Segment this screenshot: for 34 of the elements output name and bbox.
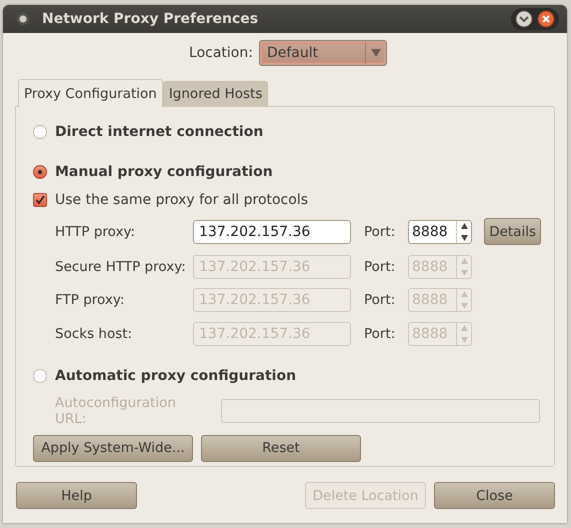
button[interactable]: Help <box>16 482 137 509</box>
location-label: Location: <box>189 45 253 61</box>
port-label: Port: <box>363 258 396 274</box>
field-label: Autoconfiguration URL: <box>55 394 177 426</box>
port-label: Port: <box>363 292 396 308</box>
dropdown-arrow-icon[interactable] <box>370 49 381 57</box>
port-label: Port: <box>363 224 396 240</box>
field-label: Socks host: <box>55 326 134 342</box>
field-label: HTTP proxy: <box>55 224 136 240</box>
location-dropdown[interactable]: Default <box>258 40 387 66</box>
radio-label[interactable]: Direct internet connection <box>55 124 264 140</box>
port-label: Port: <box>363 326 396 342</box>
checkbox-label[interactable]: Use the same proxy for all protocols <box>55 192 308 208</box>
tab[interactable]: Ignored Hosts <box>162 81 268 106</box>
tab[interactable]: Proxy Configuration <box>18 79 163 107</box>
port-spin-field[interactable]: 8888 <box>408 220 472 244</box>
close-icon[interactable] <box>536 9 556 29</box>
button[interactable]: Reset <box>201 434 361 462</box>
radio-button[interactable] <box>33 125 47 139</box>
radio-button[interactable] <box>33 368 47 382</box>
stepper-arrows-icon[interactable] <box>460 222 468 240</box>
field-label: FTP proxy: <box>55 292 126 308</box>
button[interactable]: Close <box>434 482 555 509</box>
field-label: Secure HTTP proxy: <box>55 258 187 274</box>
radio-button[interactable] <box>33 165 47 179</box>
minimize-icon[interactable] <box>514 9 534 29</box>
radio-label[interactable]: Automatic proxy configuration <box>55 368 296 384</box>
radio-label[interactable]: Manual proxy configuration <box>55 164 273 180</box>
window-menu-icon[interactable] <box>16 12 30 26</box>
button[interactable]: Apply System-Wide... <box>33 434 193 462</box>
button[interactable]: Details <box>484 218 541 245</box>
checkbox[interactable] <box>33 193 47 207</box>
window-title: Network Proxy Preferences <box>42 11 260 27</box>
host-field[interactable]: 137.202.157.36 <box>193 220 351 244</box>
